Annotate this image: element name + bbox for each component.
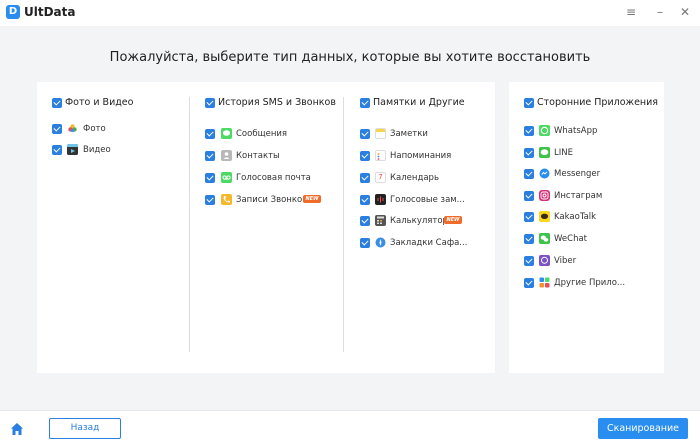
app-logo-icon: D xyxy=(6,5,20,19)
photo-checkbox[interactable] xyxy=(52,124,62,134)
notes-group-label: Памятки и Другие xyxy=(373,97,465,108)
viber-label: Viber xyxy=(554,256,577,266)
wechat-label: WeChat xyxy=(554,234,587,244)
safari-icon xyxy=(375,237,386,248)
instagram-checkbox[interactable] xyxy=(524,191,534,201)
notes-group-checkbox[interactable] xyxy=(360,98,370,108)
notes-checkbox[interactable] xyxy=(360,129,370,139)
reminders-label: Напоминания xyxy=(390,151,452,161)
photos-icon xyxy=(67,123,78,134)
photos-group-label: Фото и Видео xyxy=(65,97,134,108)
kakaotalk-icon xyxy=(539,211,550,222)
photo-label: Фото xyxy=(83,124,106,134)
safari-bookmarks-label: Закладки Сафа... xyxy=(390,238,468,248)
photos-group-checkbox[interactable] xyxy=(52,98,62,108)
call-history-label: Записи Звонков xyxy=(236,195,308,205)
hamburger-icon[interactable]: ≡ xyxy=(622,4,640,20)
apps-group-label: Сторонние Приложения xyxy=(537,97,659,108)
app-title: UltData xyxy=(24,5,76,19)
data-type-panel xyxy=(37,82,495,373)
kakaotalk-label: KakaoTalk xyxy=(554,212,597,222)
new-badge: NEW xyxy=(444,216,462,224)
safari-bookmarks-checkbox[interactable] xyxy=(360,238,370,248)
sms-group-label: История SMS и Звонков xyxy=(218,97,336,108)
messages-icon xyxy=(221,128,232,139)
voicemail-label: Голосовая почта xyxy=(236,173,311,183)
whatsapp-icon xyxy=(539,125,550,136)
viber-checkbox[interactable] xyxy=(524,256,534,266)
calculator-icon xyxy=(375,215,386,226)
messenger-checkbox[interactable] xyxy=(524,169,534,179)
video-checkbox[interactable] xyxy=(52,145,62,155)
messages-label: Сообщения xyxy=(236,129,288,139)
messages-checkbox[interactable] xyxy=(205,129,215,139)
calculator-label: Калькулятор xyxy=(390,216,448,226)
column-divider xyxy=(189,97,190,352)
sms-group-checkbox[interactable] xyxy=(205,98,215,108)
back-button[interactable]: Назад xyxy=(49,418,121,439)
other-apps-label: Другие Прило... xyxy=(554,278,626,288)
contacts-label: Контакты xyxy=(236,151,280,161)
voice-memos-checkbox[interactable] xyxy=(360,195,370,205)
voice-memos-icon xyxy=(375,194,386,205)
wechat-checkbox[interactable] xyxy=(524,234,534,244)
voice-memos-label: Голосовые зам... xyxy=(390,195,465,205)
whatsapp-checkbox[interactable] xyxy=(524,126,534,136)
close-icon[interactable]: ✕ xyxy=(676,4,694,20)
wechat-icon xyxy=(539,233,550,244)
instagram-label: Инстаграм xyxy=(554,191,603,201)
column-divider xyxy=(343,97,344,352)
calendar-icon: 7 xyxy=(375,172,386,183)
voicemail-icon xyxy=(221,172,232,183)
video-icon xyxy=(67,144,78,155)
contacts-checkbox[interactable] xyxy=(205,151,215,161)
line-icon xyxy=(539,147,550,158)
voicemail-checkbox[interactable] xyxy=(205,173,215,183)
minimize-icon[interactable]: – xyxy=(651,4,669,20)
notes-label: Заметки xyxy=(390,129,428,139)
reminders-icon xyxy=(375,150,386,161)
line-checkbox[interactable] xyxy=(524,148,534,158)
messenger-icon xyxy=(539,168,550,179)
scan-button[interactable]: Сканирование xyxy=(598,418,688,439)
video-label: Видео xyxy=(83,145,111,155)
calculator-checkbox[interactable] xyxy=(360,216,370,226)
messenger-label: Messenger xyxy=(554,169,601,179)
viber-icon xyxy=(539,255,550,266)
title-bar xyxy=(0,0,700,26)
kakaotalk-checkbox[interactable] xyxy=(524,212,534,222)
notes-icon xyxy=(375,128,386,139)
home-icon[interactable] xyxy=(10,421,24,435)
apps-group-checkbox[interactable] xyxy=(524,98,534,108)
line-label: LINE xyxy=(554,148,573,158)
new-badge: NEW xyxy=(303,195,321,203)
other-apps-checkbox[interactable] xyxy=(524,278,534,288)
calendar-label: Календарь xyxy=(390,173,439,183)
other-apps-icon xyxy=(539,277,550,288)
call-history-icon xyxy=(221,194,232,205)
reminders-checkbox[interactable] xyxy=(360,151,370,161)
calendar-checkbox[interactable] xyxy=(360,173,370,183)
page-title: Пожалуйста, выберите тип данных, которые… xyxy=(109,50,591,65)
call-history-checkbox[interactable] xyxy=(205,195,215,205)
contacts-icon xyxy=(221,150,232,161)
instagram-icon xyxy=(539,190,550,201)
whatsapp-label: WhatsApp xyxy=(554,126,598,136)
